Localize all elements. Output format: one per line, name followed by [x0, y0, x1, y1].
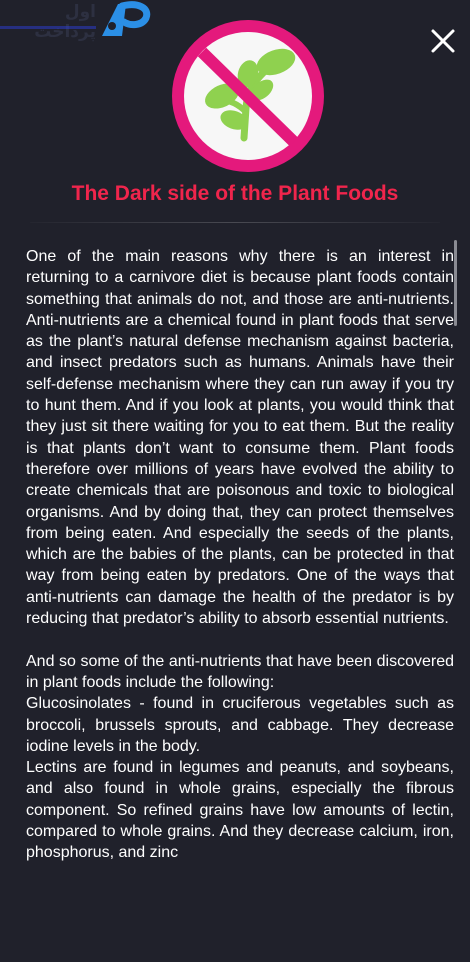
article-paragraph-1: One of the main reasons why there is an … — [26, 248, 454, 628]
article-paragraph-4: Lectins are found in legumes and peanuts… — [26, 759, 454, 862]
title-divider — [30, 222, 440, 223]
article-paragraph-2: And so some of the anti-nutrients that h… — [26, 652, 454, 691]
page-title: The Dark side of the Plant Foods — [71, 182, 399, 205]
article-paragraph-3: Glucosinolates - found in cruciferous ve… — [26, 695, 454, 755]
watermark-underline — [0, 26, 96, 29]
article-scroll-area[interactable]: One of the main reasons why there is an … — [26, 246, 454, 926]
watermark-text: اول پرداخت — [34, 2, 96, 42]
ap-logo-icon — [102, 1, 151, 36]
watermark-logo: اول پرداخت — [0, 0, 160, 42]
close-icon — [431, 29, 455, 53]
no-plants-icon — [172, 20, 324, 172]
close-button[interactable] — [426, 24, 460, 58]
scrollbar-thumb[interactable] — [454, 240, 457, 326]
